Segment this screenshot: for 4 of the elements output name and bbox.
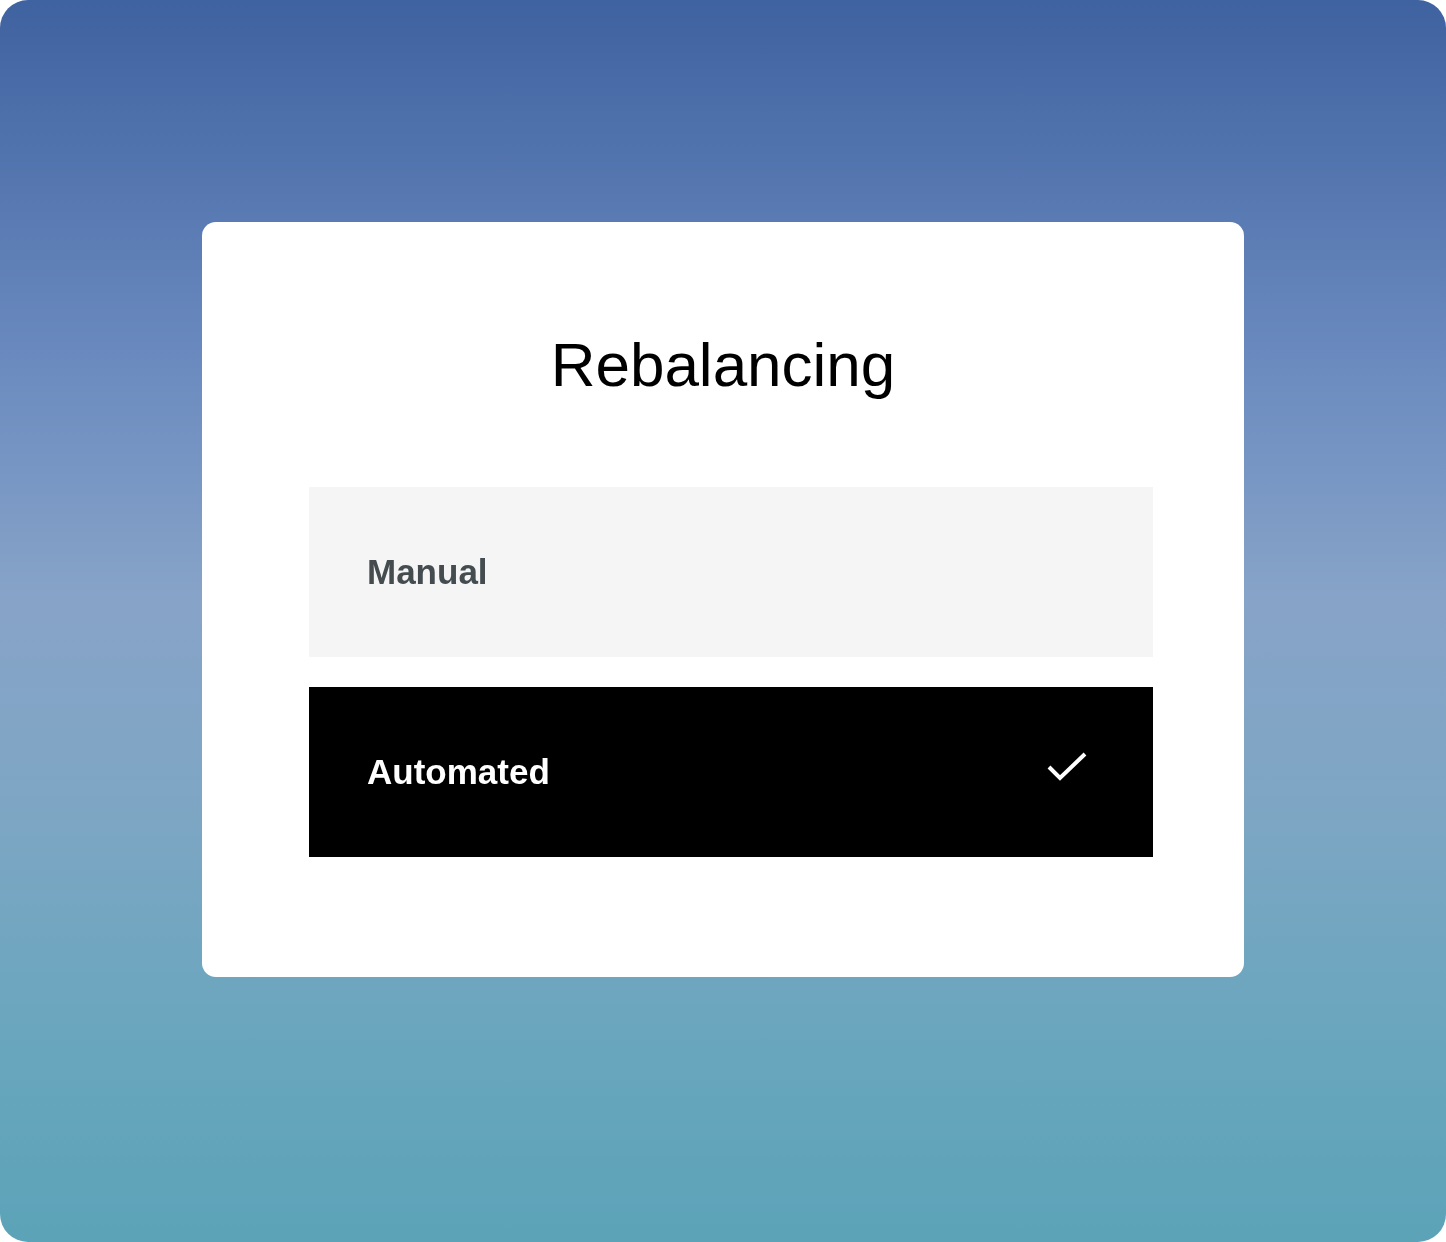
option-item[interactable]: Automated <box>309 687 1153 857</box>
checkmark-icon <box>1047 752 1087 782</box>
card-title: Rebalancing <box>550 330 896 400</box>
option-item[interactable]: Manual <box>309 487 1153 657</box>
